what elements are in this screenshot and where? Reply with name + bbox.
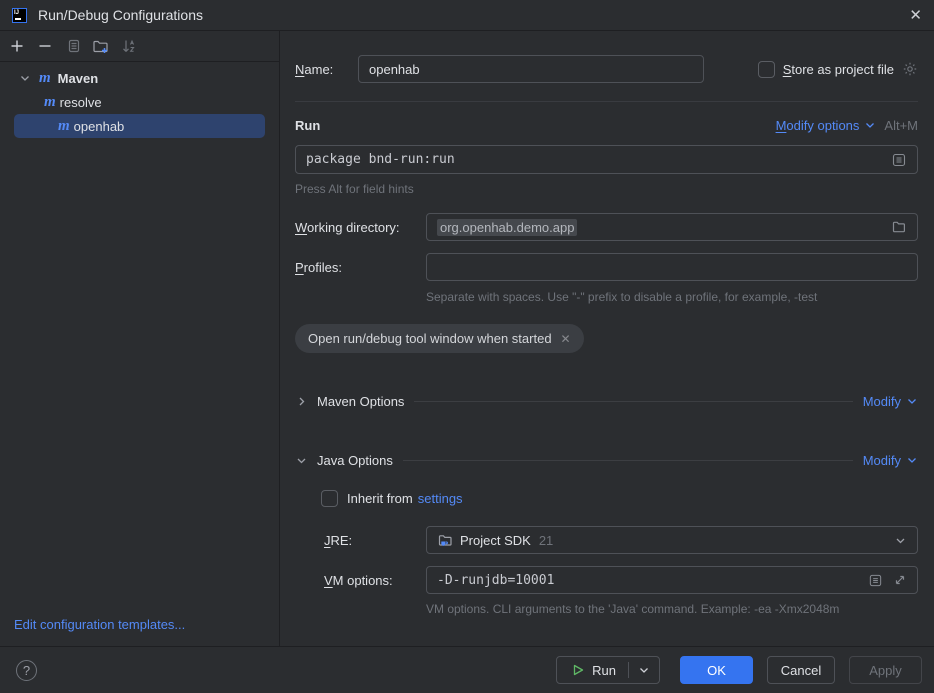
store-as-project-file-label: Store as project file <box>783 62 894 77</box>
profiles-hint: Separate with spaces. Use "-" prefix to … <box>426 290 918 304</box>
chevron-down-icon <box>864 119 876 131</box>
divider <box>295 101 918 102</box>
vm-options-hint: VM options. CLI arguments to the 'Java' … <box>426 602 918 616</box>
copy-icon[interactable] <box>64 38 81 55</box>
java-options-modify-link[interactable]: Modify <box>863 453 918 468</box>
intellij-logo-icon: IJ <box>12 8 27 23</box>
configuration-form: Name: Store as project file Run Modify o… <box>280 31 934 646</box>
tag-label: Open run/debug tool window when started <box>308 331 552 346</box>
gear-icon[interactable] <box>902 61 918 77</box>
maven-options-title: Maven Options <box>317 394 404 409</box>
dialog-footer: ? Run OK Cancel Apply <box>0 646 934 693</box>
maven-icon: m <box>37 71 53 85</box>
working-directory-input[interactable]: org.openhab.demo.app <box>426 213 918 241</box>
chevron-down-icon <box>638 664 650 676</box>
macro-list-icon[interactable] <box>891 152 907 168</box>
new-folder-icon[interactable] <box>92 38 109 55</box>
chevron-down-icon <box>295 454 308 467</box>
vm-options-input[interactable]: -D-runjdb=10001 <box>426 566 918 594</box>
profiles-label: Profiles: <box>295 260 426 275</box>
chevron-down-icon[interactable] <box>18 71 32 85</box>
jre-value: Project SDK <box>460 533 531 548</box>
dialog-title: Run/Debug Configurations <box>38 7 203 23</box>
working-directory-value: org.openhab.demo.app <box>437 219 577 236</box>
working-directory-label: Working directory: <box>295 220 426 235</box>
close-icon[interactable]: ✕ <box>909 8 922 23</box>
inherit-from-label: Inherit from <box>347 491 413 506</box>
tree-item-resolve[interactable]: m resolve <box>0 90 279 114</box>
tree-item-maven[interactable]: m Maven <box>0 66 279 90</box>
vm-options-value: -D-runjdb=10001 <box>437 573 554 588</box>
vm-options-label: VM options: <box>324 573 426 588</box>
modify-options-shortcut: Alt+M <box>884 118 918 133</box>
sort-alphabetically-icon[interactable] <box>120 38 137 55</box>
modify-options-link[interactable]: Modify options <box>776 118 877 133</box>
divider <box>403 460 853 461</box>
jre-version: 21 <box>539 533 553 548</box>
configurations-sidebar: m Maven m resolve m openhab Edit configu… <box>0 31 280 646</box>
maven-icon: m <box>56 119 72 133</box>
tree-item-label: Maven <box>58 71 98 86</box>
profiles-input[interactable] <box>426 253 918 281</box>
help-icon[interactable]: ? <box>16 660 37 681</box>
run-options-chevron[interactable] <box>629 657 659 683</box>
edit-configuration-templates-link[interactable]: Edit configuration templates... <box>0 607 279 646</box>
name-label: Name: <box>295 62 358 77</box>
store-as-project-file-checkbox[interactable] <box>758 61 775 78</box>
name-input[interactable] <box>358 55 704 83</box>
macro-list-icon[interactable] <box>868 573 883 588</box>
cancel-button[interactable]: Cancel <box>767 656 835 684</box>
maven-options-section[interactable]: Maven Options Modify <box>295 391 918 411</box>
apply-button: Apply <box>849 656 922 684</box>
remove-icon[interactable] <box>36 38 53 55</box>
sidebar-toolbar <box>0 31 279 62</box>
command-hint: Press Alt for field hints <box>295 182 918 196</box>
maven-icon: m <box>42 95 58 109</box>
remove-tag-icon[interactable]: ✕ <box>561 332 571 346</box>
run-section-title: Run <box>295 118 320 133</box>
jre-label: JRE: <box>324 533 426 548</box>
jre-select[interactable]: Project SDK 21 <box>426 526 918 554</box>
run-option-tag[interactable]: Open run/debug tool window when started … <box>295 324 584 353</box>
chevron-right-icon <box>295 395 308 408</box>
java-options-section[interactable]: Java Options Modify <box>295 450 918 470</box>
play-icon <box>571 663 585 677</box>
chevron-down-icon <box>894 534 907 547</box>
sdk-icon <box>437 532 454 549</box>
divider <box>414 401 852 402</box>
tree-item-openhab[interactable]: m openhab <box>14 114 265 138</box>
tree-item-label: resolve <box>60 95 102 110</box>
java-options-title: Java Options <box>317 453 393 468</box>
command-line-input[interactable]: package bnd-run:run <box>295 145 918 174</box>
run-button[interactable]: Run <box>556 656 660 684</box>
command-line-value: package bnd-run:run <box>306 152 455 167</box>
expand-icon[interactable] <box>893 573 907 587</box>
configurations-tree: m Maven m resolve m openhab <box>0 62 279 607</box>
maven-options-modify-link[interactable]: Modify <box>863 394 918 409</box>
inherit-from-settings-checkbox[interactable] <box>321 490 338 507</box>
ok-button[interactable]: OK <box>680 656 753 684</box>
tree-item-label: openhab <box>74 119 125 134</box>
settings-link[interactable]: settings <box>418 491 463 506</box>
dialog-titlebar: IJ Run/Debug Configurations ✕ <box>0 0 934 31</box>
chevron-down-icon <box>906 454 918 466</box>
add-icon[interactable] <box>8 38 25 55</box>
folder-icon[interactable] <box>891 219 907 235</box>
chevron-down-icon <box>906 395 918 407</box>
